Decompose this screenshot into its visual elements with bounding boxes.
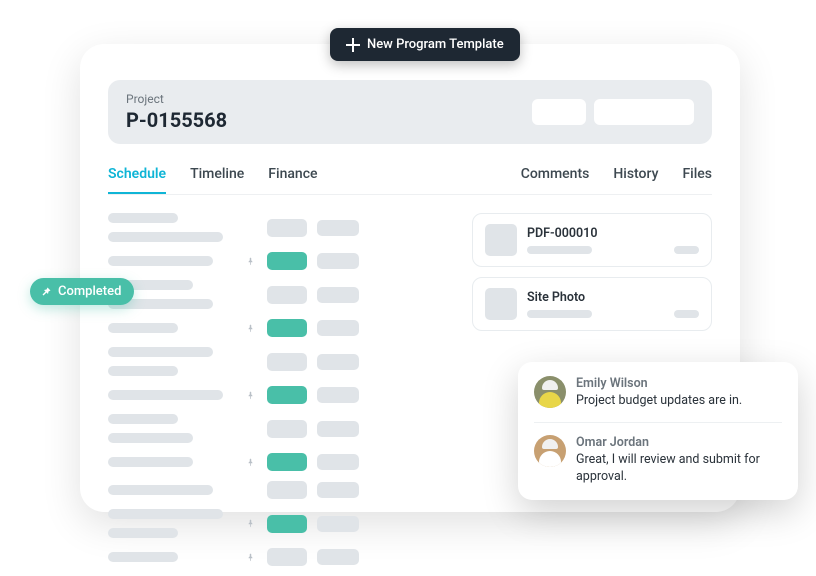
skeleton-pill — [674, 310, 699, 318]
skeleton-text — [108, 433, 193, 443]
schedule-row[interactable] — [108, 414, 452, 443]
attachment-title: PDF-000010 — [527, 226, 699, 241]
pin-cell — [243, 256, 257, 267]
tab-comments[interactable]: Comments — [521, 166, 590, 194]
pin-icon — [246, 518, 255, 529]
schedule-row[interactable] — [108, 252, 452, 270]
skeleton-text — [108, 485, 213, 495]
pin-icon — [246, 256, 255, 267]
status-tag — [267, 548, 307, 566]
tab-schedule[interactable]: Schedule — [108, 166, 166, 194]
value-cell — [317, 253, 359, 269]
tab-finance[interactable]: Finance — [268, 166, 317, 194]
thumbnail — [485, 224, 517, 256]
skeleton-text — [108, 347, 213, 357]
value-cell — [317, 287, 359, 303]
attachment-card[interactable]: PDF-000010 — [472, 213, 712, 267]
pin-icon — [246, 552, 255, 563]
comment: Omar Jordan Great, I will review and subm… — [534, 422, 782, 486]
value-cell — [317, 516, 359, 532]
skeleton-text — [108, 213, 178, 223]
status-tag-green — [267, 252, 307, 270]
status-tag — [267, 219, 307, 237]
project-label: Project — [126, 92, 227, 106]
skeleton-text — [108, 414, 178, 424]
schedule-row[interactable] — [108, 280, 452, 309]
skeleton-text — [527, 246, 592, 254]
schedule-row[interactable] — [108, 481, 452, 499]
status-tag — [267, 286, 307, 304]
schedule-row[interactable] — [108, 213, 452, 242]
project-id: P-0155568 — [126, 108, 227, 132]
value-cell — [317, 421, 359, 437]
skeleton-text — [108, 390, 223, 400]
attachment-card[interactable]: Site Photo — [472, 277, 712, 331]
pin-icon — [246, 390, 255, 401]
plus-icon — [346, 38, 360, 52]
comment-text: Great, I will review and submit for appr… — [576, 452, 782, 486]
thumbnail — [485, 288, 517, 320]
completed-badge[interactable]: Completed — [30, 278, 134, 305]
status-tag — [267, 420, 307, 438]
attachment-title: Site Photo — [527, 290, 699, 305]
comment-author: Omar Jordan — [576, 435, 782, 450]
status-tag-green — [267, 515, 307, 533]
value-cell — [317, 220, 359, 236]
comment-author: Emily Wilson — [576, 376, 782, 391]
pin-cell — [243, 518, 257, 529]
skeleton-text — [108, 232, 223, 242]
tab-timeline[interactable]: Timeline — [190, 166, 244, 194]
comment-text: Project budget updates are in. — [576, 393, 782, 410]
avatar — [534, 376, 566, 408]
skeleton-text — [527, 310, 592, 318]
completed-label: Completed — [58, 284, 121, 299]
skeleton-pill — [674, 246, 699, 254]
comments-popover: Emily Wilson Project budget updates are i… — [518, 362, 798, 500]
schedule-row[interactable] — [108, 319, 452, 337]
header-action-small[interactable] — [532, 99, 586, 125]
value-cell — [317, 549, 359, 565]
project-header: Project P-0155568 — [108, 80, 712, 144]
skeleton-text — [108, 256, 213, 266]
status-tag — [267, 481, 307, 499]
comment: Emily Wilson Project budget updates are i… — [534, 376, 782, 410]
skeleton-text — [108, 366, 178, 376]
pin-icon — [246, 457, 255, 468]
status-tag-green — [267, 319, 307, 337]
new-program-template-label: New Program Template — [367, 37, 504, 52]
header-action-large[interactable] — [594, 99, 694, 125]
skeleton-text — [108, 509, 223, 519]
schedule-row[interactable] — [108, 386, 452, 404]
pin-cell — [243, 323, 257, 334]
status-tag — [267, 353, 307, 371]
skeleton-text — [108, 528, 178, 538]
pin-cell — [243, 390, 257, 401]
value-cell — [317, 482, 359, 498]
tab-files[interactable]: Files — [682, 166, 712, 194]
skeleton-text — [108, 323, 178, 333]
skeleton-text — [108, 457, 193, 467]
header-actions — [532, 99, 694, 125]
schedule-row[interactable] — [108, 548, 452, 566]
tab-bar: Schedule Timeline Finance Comments History F… — [108, 166, 712, 195]
new-program-template-button[interactable]: New Program Template — [330, 28, 520, 61]
schedule-row[interactable] — [108, 453, 452, 471]
pin-cell — [243, 552, 257, 563]
avatar — [534, 435, 566, 467]
value-cell — [317, 387, 359, 403]
status-tag-green — [267, 386, 307, 404]
value-cell — [317, 454, 359, 470]
status-tag-green — [267, 453, 307, 471]
pin-icon — [246, 323, 255, 334]
value-cell — [317, 320, 359, 336]
value-cell — [317, 354, 359, 370]
schedule-row[interactable] — [108, 347, 452, 376]
pin-icon — [40, 286, 52, 298]
skeleton-text — [108, 552, 178, 562]
pin-cell — [243, 457, 257, 468]
schedule-list — [108, 213, 452, 576]
tab-history[interactable]: History — [613, 166, 658, 194]
